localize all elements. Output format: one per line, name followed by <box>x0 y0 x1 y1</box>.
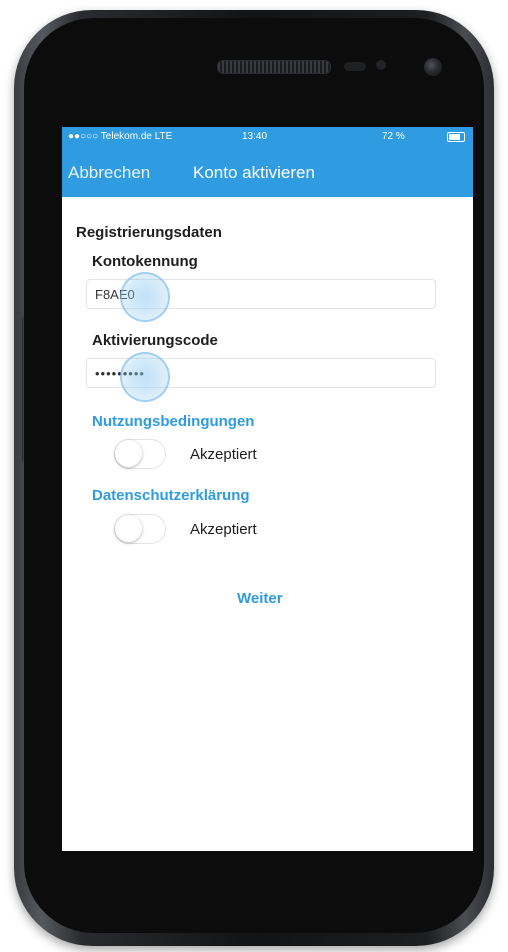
next-button[interactable]: Weiter <box>237 590 283 607</box>
nav-bar: Abbrechen Konto aktivieren <box>62 147 473 197</box>
touch-indicator <box>120 352 170 402</box>
status-time: 13:40 <box>242 131 268 142</box>
terms-toggle-knob <box>115 440 142 467</box>
touch-indicator <box>120 272 170 322</box>
phone-screen: ●●○○○ Telekom.de LTE 13:40 72 % Abbreche… <box>62 127 473 851</box>
proximity-sensor <box>344 62 366 71</box>
page-title: Konto aktivieren <box>193 163 315 182</box>
privacy-toggle[interactable] <box>114 514 166 544</box>
account-id-label: Kontokennung <box>92 253 198 270</box>
terms-toggle-label: Akzeptiert <box>190 446 257 463</box>
speaker-grille <box>217 60 331 74</box>
status-battery-percent: 72 % <box>382 131 405 142</box>
front-camera-icon <box>424 58 442 76</box>
activation-code-label: Aktivierungscode <box>92 332 218 349</box>
section-title-registration: Registrierungsdaten <box>76 224 222 241</box>
privacy-toggle-knob <box>115 515 142 542</box>
terms-toggle[interactable] <box>114 439 166 469</box>
terms-link[interactable]: Nutzungsbedingungen <box>92 413 254 430</box>
stage: ●●○○○ Telekom.de LTE 13:40 72 % Abbreche… <box>0 0 508 952</box>
privacy-toggle-label: Akzeptiert <box>190 521 257 538</box>
status-carrier: ●●○○○ Telekom.de LTE <box>68 131 173 142</box>
privacy-link[interactable]: Datenschutzerklärung <box>92 487 250 504</box>
battery-icon <box>447 132 465 142</box>
status-bar: ●●○○○ Telekom.de LTE 13:40 72 % <box>62 127 473 147</box>
cancel-button[interactable]: Abbrechen <box>68 163 150 183</box>
light-sensor <box>376 60 386 70</box>
